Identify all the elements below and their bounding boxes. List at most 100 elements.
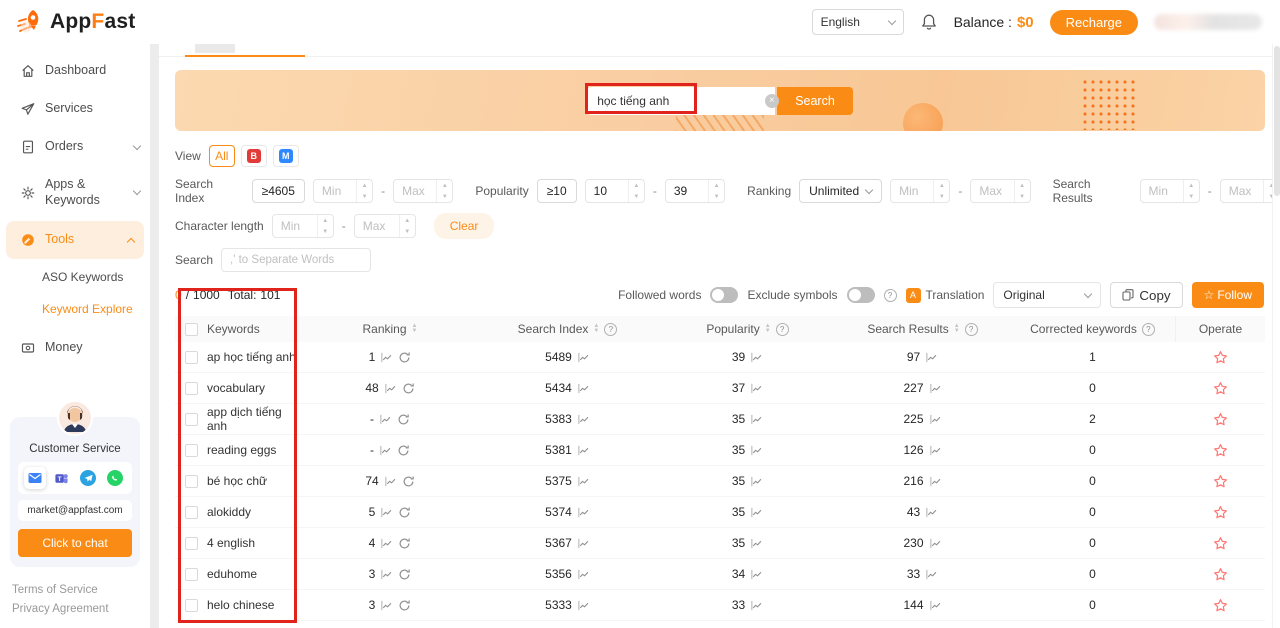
favorite-star-icon[interactable] <box>1213 474 1228 489</box>
sidebar-item-tools[interactable]: Tools <box>6 221 144 259</box>
telegram-channel-icon[interactable] <box>77 467 99 489</box>
view-all-button[interactable]: All <box>209 145 235 167</box>
favorite-star-icon[interactable] <box>1213 381 1228 396</box>
trend-chart-icon[interactable] <box>750 444 763 457</box>
search-index-header[interactable]: Search Index▲▼? <box>475 322 660 336</box>
sort-icon[interactable]: ▲▼ <box>593 324 599 334</box>
ranking-min-input[interactable]: Min▲▼ <box>890 179 950 203</box>
separate-words-input[interactable] <box>221 248 371 272</box>
search-index-min-input[interactable]: Min▲▼ <box>313 179 373 203</box>
language-select[interactable]: English <box>812 9 904 35</box>
keyword-cell[interactable]: bé học chữ <box>207 474 267 488</box>
row-checkbox[interactable] <box>185 382 198 395</box>
sidebar-scrollbar-track[interactable] <box>150 44 159 628</box>
bell-icon[interactable] <box>920 13 938 31</box>
trend-chart-icon[interactable] <box>750 351 763 364</box>
trend-chart-icon[interactable] <box>577 506 590 519</box>
trend-chart-icon[interactable] <box>379 413 392 426</box>
ranking-select[interactable]: Unlimited <box>799 179 882 203</box>
favorite-star-icon[interactable] <box>1213 443 1228 458</box>
popularity-min-input[interactable]: 10▲▼ <box>585 179 645 203</box>
trend-chart-icon[interactable] <box>577 413 590 426</box>
select-all-checkbox[interactable] <box>185 323 198 336</box>
refresh-icon[interactable] <box>398 537 411 550</box>
exclude-symbols-toggle[interactable] <box>847 287 875 303</box>
translation-select[interactable]: Original <box>993 282 1101 308</box>
keyword-cell[interactable]: app dịch tiếng anh <box>207 405 305 433</box>
recharge-button[interactable]: Recharge <box>1050 10 1138 35</box>
teams-channel-icon[interactable]: T <box>51 467 73 489</box>
refresh-icon[interactable] <box>397 413 410 426</box>
favorite-star-icon[interactable] <box>1213 598 1228 613</box>
trend-chart-icon[interactable] <box>750 568 763 581</box>
sidebar-subitem-keyword-explore[interactable]: Keyword Explore <box>0 293 150 325</box>
trend-chart-icon[interactable] <box>750 599 763 612</box>
trend-chart-icon[interactable] <box>929 413 942 426</box>
help-icon[interactable]: ? <box>776 323 789 336</box>
favorite-star-icon[interactable] <box>1213 536 1228 551</box>
row-checkbox[interactable] <box>185 506 198 519</box>
keyword-cell[interactable]: eduhome <box>207 567 257 581</box>
keyword-cell[interactable]: vocabulary <box>207 381 265 395</box>
help-icon[interactable]: ? <box>965 323 978 336</box>
keyword-search-input[interactable] <box>587 87 775 115</box>
refresh-icon[interactable] <box>402 475 415 488</box>
keyword-cell[interactable]: ap học tiếng anh <box>207 350 296 364</box>
sidebar-item-money[interactable]: Money <box>0 329 150 367</box>
favorite-star-icon[interactable] <box>1213 350 1228 365</box>
ranking-max-input[interactable]: Max▲▼ <box>970 179 1030 203</box>
refresh-icon[interactable] <box>398 599 411 612</box>
row-checkbox[interactable] <box>185 475 198 488</box>
clear-filters-button[interactable]: Clear <box>434 213 495 239</box>
trend-chart-icon[interactable] <box>577 475 590 488</box>
sort-icon[interactable]: ▲▼ <box>954 324 960 334</box>
popularity-threshold[interactable]: ≥10 <box>537 179 577 203</box>
keyword-cell[interactable]: reading eggs <box>207 443 276 457</box>
refresh-icon[interactable] <box>398 506 411 519</box>
help-icon[interactable]: ? <box>1142 323 1155 336</box>
trend-chart-icon[interactable] <box>577 351 590 364</box>
search-results-header[interactable]: Search Results▲▼? <box>835 322 1010 336</box>
trend-chart-icon[interactable] <box>380 568 393 581</box>
email-channel-icon[interactable] <box>24 467 46 489</box>
page-scrollbar-track[interactable] <box>1272 44 1280 628</box>
keyword-cell[interactable]: 4 english <box>207 536 255 550</box>
exclude-symbols-help-icon[interactable]: ? <box>884 289 897 302</box>
trend-chart-icon[interactable] <box>577 568 590 581</box>
search-index-threshold[interactable]: ≥4605 <box>252 179 305 203</box>
trend-chart-icon[interactable] <box>925 506 938 519</box>
trend-chart-icon[interactable] <box>577 537 590 550</box>
refresh-icon[interactable] <box>397 444 410 457</box>
sidebar-item-dashboard[interactable]: Dashboard <box>0 52 150 90</box>
sort-icon[interactable]: ▲▼ <box>412 324 418 334</box>
row-checkbox[interactable] <box>185 568 198 581</box>
support-email[interactable]: market@appfast.com <box>18 500 132 521</box>
trend-chart-icon[interactable] <box>577 444 590 457</box>
keyword-cell[interactable]: helo chinese <box>207 598 274 612</box>
trend-chart-icon[interactable] <box>750 382 763 395</box>
favorite-star-icon[interactable] <box>1213 567 1228 582</box>
refresh-icon[interactable] <box>402 382 415 395</box>
help-icon[interactable]: ? <box>604 323 617 336</box>
keyword-cell[interactable]: alokiddy <box>207 505 251 519</box>
sidebar-subitem-aso-keywords[interactable]: ASO Keywords <box>0 261 150 293</box>
refresh-icon[interactable] <box>398 568 411 581</box>
search-results-max-input[interactable]: Max▲▼ <box>1220 179 1280 203</box>
sidebar-item-orders[interactable]: Orders <box>0 128 150 166</box>
trend-chart-icon[interactable] <box>929 382 942 395</box>
char-length-max-input[interactable]: Max▲▼ <box>354 214 416 238</box>
trend-chart-icon[interactable] <box>380 506 393 519</box>
ranking-header[interactable]: Ranking▲▼ <box>305 322 475 336</box>
search-button[interactable]: Search <box>777 87 853 115</box>
trend-chart-icon[interactable] <box>750 475 763 488</box>
trend-chart-icon[interactable] <box>925 568 938 581</box>
popularity-max-input[interactable]: 39▲▼ <box>665 179 725 203</box>
page-scrollbar-thumb[interactable] <box>1274 46 1280 196</box>
click-to-chat-button[interactable]: Click to chat <box>18 529 132 557</box>
favorite-star-icon[interactable] <box>1213 505 1228 520</box>
copy-button[interactable]: Copy <box>1110 282 1182 308</box>
trend-chart-icon[interactable] <box>577 382 590 395</box>
search-results-min-input[interactable]: Min▲▼ <box>1140 179 1200 203</box>
sidebar-item-apps-keywords[interactable]: Apps & Keywords <box>0 166 150 219</box>
trend-chart-icon[interactable] <box>750 506 763 519</box>
